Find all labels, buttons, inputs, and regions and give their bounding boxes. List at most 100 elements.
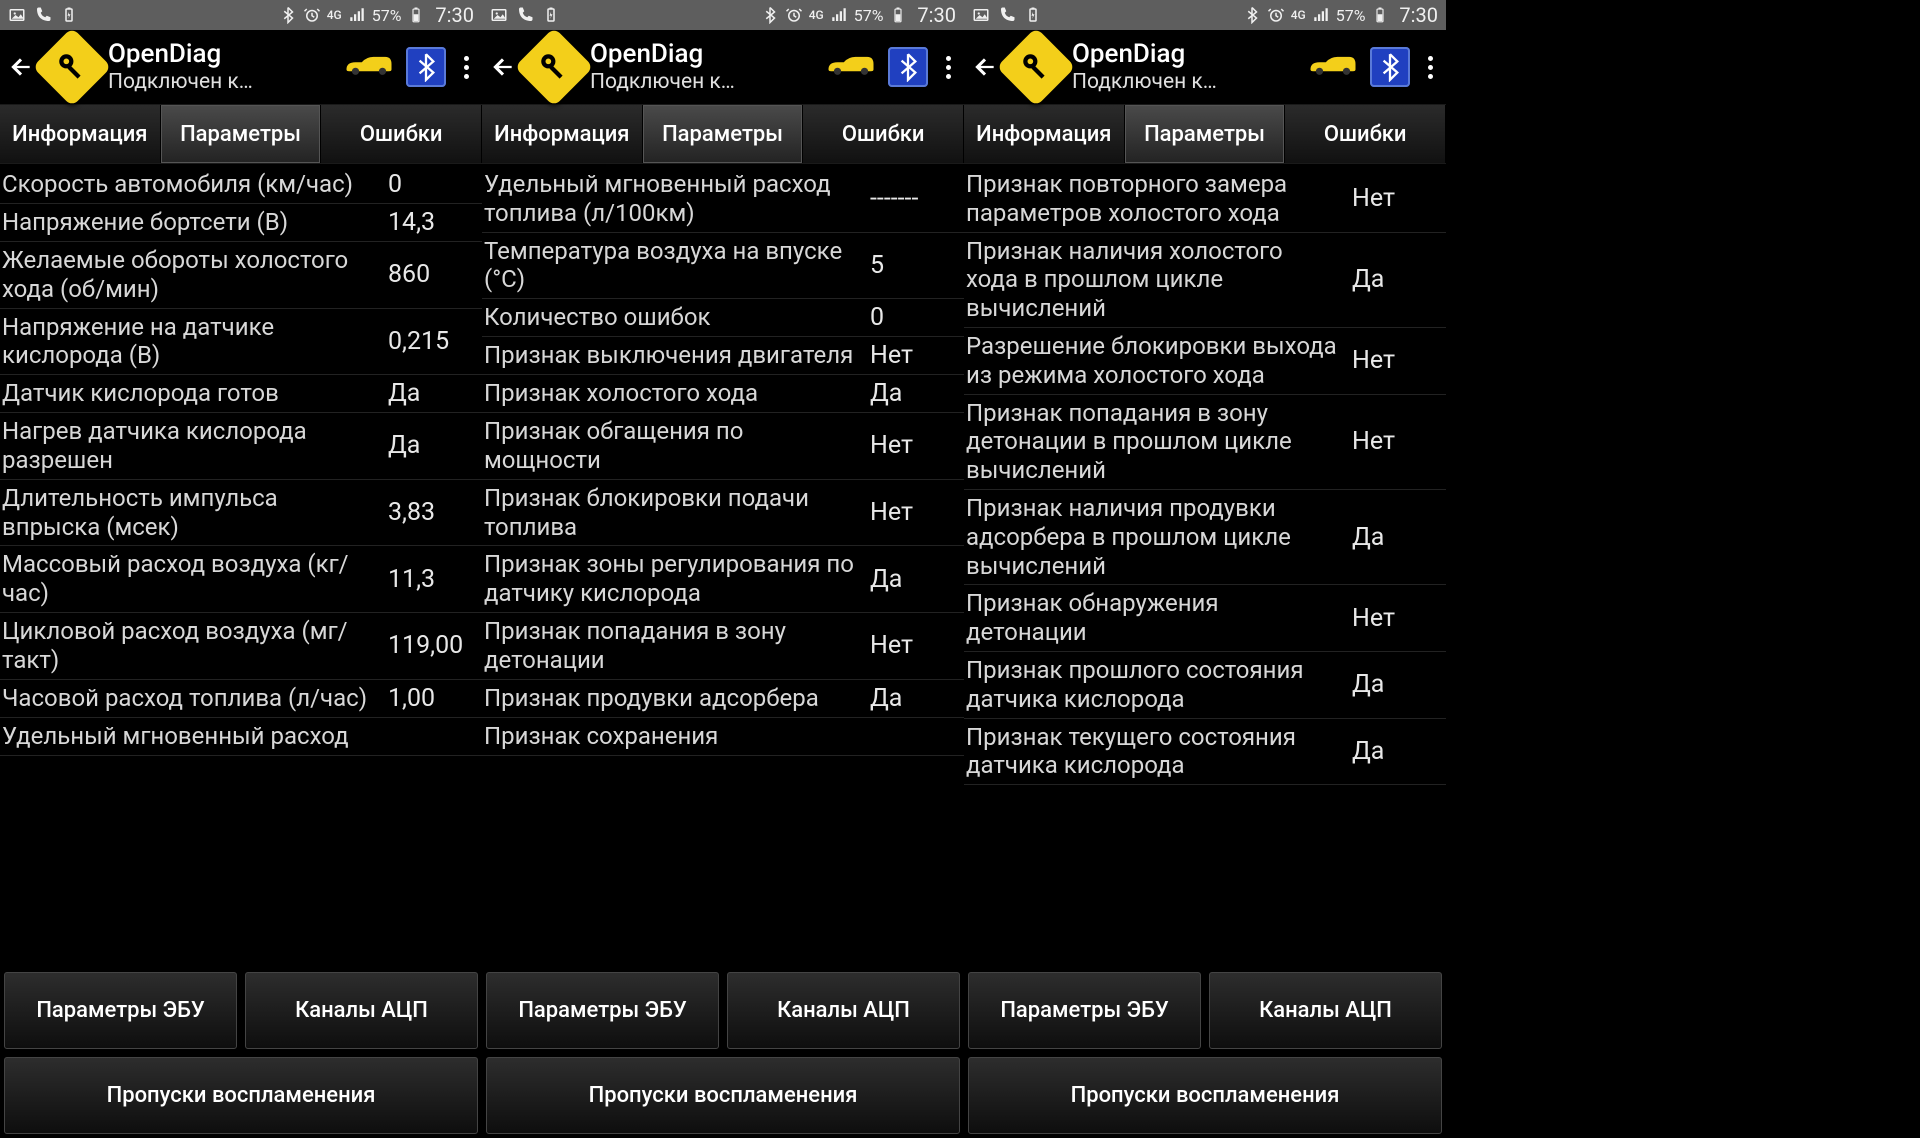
param-row[interactable]: Признак текущего состояния датчика кисло…	[964, 719, 1446, 786]
misfire-button[interactable]: Пропуски воспламенения	[968, 1057, 1442, 1134]
battery-icon	[407, 6, 425, 24]
param-value: Нет	[1346, 604, 1436, 633]
adc-channels-button[interactable]: Каналы АЦП	[727, 972, 960, 1049]
bluetooth-button[interactable]	[1370, 47, 1410, 87]
param-row[interactable]: Температура воздуха на впуске (°C) 5	[482, 233, 964, 300]
param-list[interactable]: Скорость автомобиля (км/час) 0 Напряжени…	[0, 164, 482, 966]
param-row[interactable]: Признак продувки адсорбера Да	[482, 680, 964, 718]
param-value: Нет	[1346, 427, 1436, 456]
back-button[interactable]	[488, 54, 518, 80]
battery-percent: 57%	[1336, 6, 1366, 25]
param-value: Да	[382, 431, 472, 460]
param-label: Часовой расход топлива (л/час)	[2, 684, 382, 713]
status-bar: 4G 57% 7:30	[482, 0, 964, 30]
param-row[interactable]: Удельный мгновенный расход топлива (л/10…	[482, 166, 964, 233]
param-row[interactable]: Признак прошлого состояния датчика кисло…	[964, 652, 1446, 719]
car-icon[interactable]	[824, 50, 878, 84]
adc-channels-button[interactable]: Каналы АЦП	[1209, 972, 1442, 1049]
param-value: 0	[382, 170, 472, 199]
param-label: Признак выключения двигателя	[484, 341, 864, 370]
tab-errors[interactable]: Ошибки	[321, 105, 482, 163]
battery-icon	[889, 6, 907, 24]
param-row[interactable]: Признак блокировки подачи топлива Нет	[482, 480, 964, 547]
tab-params[interactable]: Параметры	[161, 105, 322, 163]
param-value: Да	[1346, 265, 1436, 294]
bluetooth-button[interactable]	[888, 47, 928, 87]
param-row[interactable]: Скорость автомобиля (км/час) 0	[0, 166, 482, 204]
param-label: Желаемые обороты холостого хода (об/мин)	[2, 246, 382, 304]
status-clock: 7:30	[435, 3, 474, 27]
overflow-menu-button[interactable]	[456, 56, 476, 79]
param-row[interactable]: Признак холостого хода Да	[482, 375, 964, 413]
param-row[interactable]: Датчик кислорода готов Да	[0, 375, 482, 413]
param-row[interactable]: Признак повторного замера параметров хол…	[964, 166, 1446, 233]
param-row[interactable]: Удельный мгновенный расход	[0, 718, 482, 756]
network-type: 4G	[1291, 9, 1306, 21]
tab-errors[interactable]: Ошибки	[1285, 105, 1446, 163]
param-row[interactable]: Признак обнаружения детонации Нет	[964, 585, 1446, 652]
tab-info[interactable]: Информация	[482, 105, 643, 163]
param-row[interactable]: Количество ошибок 0	[482, 299, 964, 337]
param-row[interactable]: Напряжение бортсети (В) 14,3	[0, 204, 482, 242]
param-value: Нет	[864, 498, 954, 527]
tab-errors[interactable]: Ошибки	[803, 105, 964, 163]
car-icon[interactable]	[342, 50, 396, 84]
param-row[interactable]: Признак попадания в зону детонации в про…	[964, 395, 1446, 490]
param-label: Датчик кислорода готов	[2, 379, 382, 408]
ecu-params-button[interactable]: Параметры ЭБУ	[486, 972, 719, 1049]
param-label: Разрешение блокировки выхода из режима х…	[966, 332, 1346, 390]
param-row[interactable]: Признак зоны регулирования по датчику ки…	[482, 546, 964, 613]
param-label: Признак продувки адсорбера	[484, 684, 864, 713]
battery-small-icon	[542, 6, 560, 24]
param-value: 860	[382, 260, 472, 289]
app-logo-icon	[996, 27, 1075, 106]
param-value: 1,00	[382, 684, 472, 713]
param-label: Признак прошлого состояния датчика кисло…	[966, 656, 1346, 714]
tab-params[interactable]: Параметры	[1125, 105, 1286, 163]
status-clock: 7:30	[1399, 3, 1438, 27]
param-list[interactable]: Признак повторного замера параметров хол…	[964, 164, 1446, 966]
param-row[interactable]: Массовый расход воздуха (кг/час) 11,3	[0, 546, 482, 613]
bluetooth-button[interactable]	[406, 47, 446, 87]
param-row[interactable]: Нагрев датчика кислорода разрешен Да	[0, 413, 482, 480]
back-button[interactable]	[6, 54, 36, 80]
gallery-icon	[8, 6, 26, 24]
param-label: Признак попадания в зону детонации в про…	[966, 399, 1346, 485]
battery-icon	[1371, 6, 1389, 24]
param-row[interactable]: Признак попадания в зону детонации Нет	[482, 613, 964, 680]
param-row[interactable]: Признак обгащения по мощности Нет	[482, 413, 964, 480]
param-row[interactable]: Часовой расход топлива (л/час) 1,00	[0, 680, 482, 718]
param-row[interactable]: Разрешение блокировки выхода из режима х…	[964, 328, 1446, 395]
overflow-menu-button[interactable]	[938, 56, 958, 79]
app-title: OpenDiag	[590, 39, 735, 70]
param-row[interactable]: Признак наличия холостого хода в прошлом…	[964, 233, 1446, 328]
tab-bar: Информация Параметры Ошибки	[964, 104, 1446, 164]
battery-small-icon	[1024, 6, 1042, 24]
back-button[interactable]	[970, 54, 1000, 80]
ecu-params-button[interactable]: Параметры ЭБУ	[4, 972, 237, 1049]
param-value: Да	[864, 379, 954, 408]
param-row[interactable]: Длительность импульса впрыска (мсек) 3,8…	[0, 480, 482, 547]
network-type: 4G	[327, 9, 342, 21]
phone-icon	[516, 6, 534, 24]
overflow-menu-button[interactable]	[1420, 56, 1440, 79]
ecu-params-button[interactable]: Параметры ЭБУ	[968, 972, 1201, 1049]
param-row[interactable]: Напряжение на датчике кислорода (В) 0,21…	[0, 309, 482, 376]
param-row[interactable]: Желаемые обороты холостого хода (об/мин)…	[0, 242, 482, 309]
tab-params[interactable]: Параметры	[643, 105, 804, 163]
param-row[interactable]: Признак сохранения	[482, 718, 964, 756]
param-row[interactable]: Признак наличия продувки адсорбера в про…	[964, 490, 1446, 585]
adc-channels-button[interactable]: Каналы АЦП	[245, 972, 478, 1049]
param-label: Температура воздуха на впуске (°C)	[484, 237, 864, 295]
param-label: Признак обгащения по мощности	[484, 417, 864, 475]
app-panel: 4G 57% 7:30 OpenDiag Подключен к…	[482, 0, 964, 1138]
param-row[interactable]: Цикловой расход воздуха (мг/такт) 119,00	[0, 613, 482, 680]
car-icon[interactable]	[1306, 50, 1360, 84]
param-row[interactable]: Признак выключения двигателя Нет	[482, 337, 964, 375]
misfire-button[interactable]: Пропуски воспламенения	[4, 1057, 478, 1134]
tab-info[interactable]: Информация	[0, 105, 161, 163]
app-subtitle: Подключен к…	[108, 70, 253, 95]
param-list[interactable]: Удельный мгновенный расход топлива (л/10…	[482, 164, 964, 966]
misfire-button[interactable]: Пропуски воспламенения	[486, 1057, 960, 1134]
tab-info[interactable]: Информация	[964, 105, 1125, 163]
